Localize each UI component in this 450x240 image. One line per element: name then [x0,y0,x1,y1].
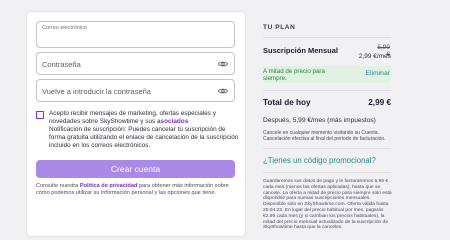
password-field[interactable]: Contraseña [36,52,235,75]
total-label: Total de hoy [263,98,311,107]
plan-heading: TU PLAN [263,24,296,31]
privacy-notice: Consulte nuestra Política de privacidad … [36,183,229,196]
promo-banner: A mitad de precio para siempre. Eliminar [263,66,391,83]
associates-link[interactable]: asociados [157,118,188,125]
marketing-consent-text: Acepto recibir mensajes de marketing, of… [49,110,239,149]
divider [263,90,391,91]
new-price: 2,99 €/mes [358,53,391,60]
after-price-text: Después, 5,99 €/mes (más impuestos) [263,117,376,124]
divider [263,148,391,149]
privacy-policy-link[interactable]: Política de privacidad [80,183,138,189]
divider [263,37,391,38]
promo-code-link[interactable]: ¿Tienes un código promocional? [263,156,376,165]
cancel-info: Cancele en cualquier momento visitando s… [263,130,386,143]
eye-icon[interactable] [218,87,228,95]
signup-form-card: Correo electrónico Contraseña Vuelve a i… [27,12,245,236]
create-account-button[interactable]: Crear cuenta [36,160,235,178]
marketing-checkbox[interactable] [36,111,44,119]
fine-print: Guardaremos sus datos de pago y le factu… [263,179,392,231]
plan-summary: TU PLAN Suscripción Mensual 5,99 € 2,99 … [263,0,450,233]
email-label: Correo electrónico [42,25,87,31]
email-field[interactable]: Correo electrónico [36,21,235,48]
eye-icon[interactable] [218,60,228,68]
password-confirm-field[interactable]: Vuelve a introducir la contraseña [36,79,235,102]
promo-text: A mitad de precio para siempre. [263,68,325,82]
password-confirm-placeholder: Vuelve a introducir la contraseña [42,87,151,96]
divider [263,172,391,173]
remove-promo-link[interactable]: Eliminar [365,70,390,77]
subscription-name: Suscripción Mensual [263,46,339,55]
password-placeholder: Contraseña [42,60,81,69]
total-value: 2,99 € [368,98,391,107]
